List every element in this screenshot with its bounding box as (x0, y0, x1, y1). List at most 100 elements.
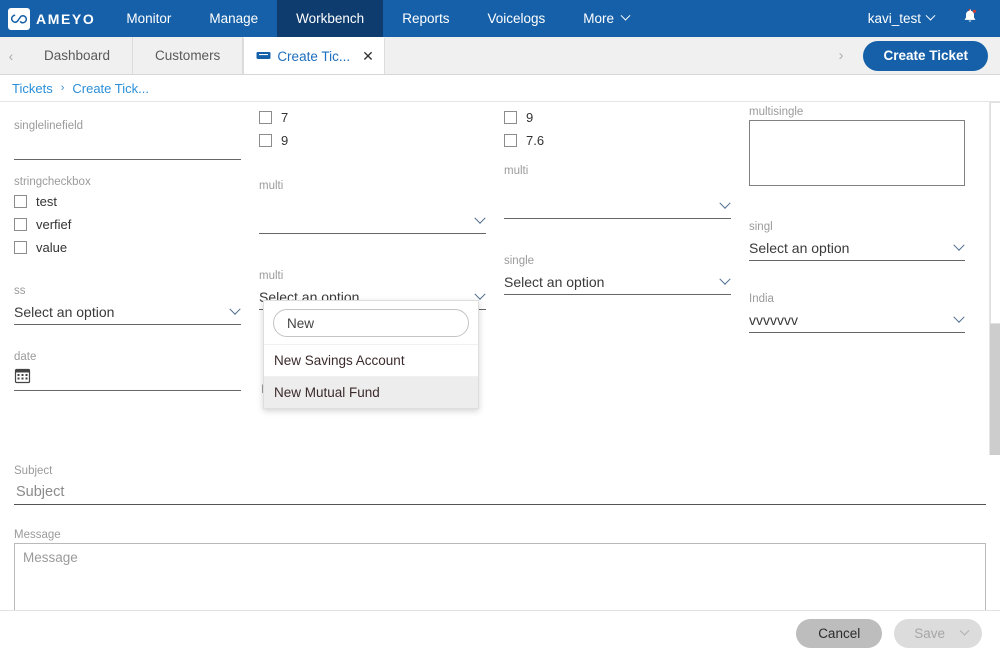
tab-dashboard[interactable]: Dashboard (22, 37, 134, 74)
chevron-down-icon (953, 239, 965, 251)
india-select[interactable]: vvvvvvv (749, 307, 965, 333)
singl-select[interactable]: Select an option (749, 235, 965, 261)
checkbox-row[interactable]: 7 (259, 106, 486, 128)
nav-label: Voicelogs (487, 11, 546, 26)
nav-label: Monitor (126, 11, 172, 26)
checkbox-row[interactable]: 9 (259, 129, 486, 151)
nav-item-workbench[interactable]: Workbench (277, 0, 384, 37)
checkbox-9-decimal[interactable] (504, 110, 517, 124)
message-textarea[interactable] (14, 543, 986, 611)
cancel-button[interactable]: Cancel (796, 619, 883, 648)
ticket-form-scroll-area: singlelinefield stringcheckbox test verf… (0, 101, 1000, 455)
tab-create-ticket[interactable]: Create Tic... ✕ (243, 37, 385, 74)
field-ss: ss Select an option (14, 285, 241, 325)
dropdown-search-input[interactable] (273, 309, 469, 337)
select-value: vvvvvvv (749, 311, 798, 328)
field-multi-3: multi (504, 165, 731, 219)
user-name: kavi_test (867, 11, 921, 26)
user-menu[interactable]: kavi_test (850, 0, 952, 37)
nav-label: Workbench (296, 11, 365, 26)
brand-name: AMEYO (36, 10, 96, 27)
chevron-down-icon (925, 10, 936, 21)
field-singlelinefield: singlelinefield (14, 120, 241, 160)
form-vertical-scrollbar[interactable] (989, 102, 1000, 455)
tab-label: Dashboard (44, 48, 111, 63)
form-column-4: multisingle singl Select an option India… (749, 102, 989, 391)
field-number-checkboxes: 7 9 (259, 106, 486, 151)
checkbox-label: 7.6 (526, 132, 545, 148)
nav-item-reports[interactable]: Reports (383, 0, 468, 37)
notification-bell-button[interactable] (952, 0, 1000, 37)
single-1-select[interactable]: Select an option (504, 269, 731, 295)
multisingle-textarea[interactable] (749, 120, 965, 186)
checkbox-row[interactable]: verfief (14, 213, 241, 235)
chevron-down-icon (474, 288, 486, 300)
checkbox-7-6[interactable] (504, 133, 517, 147)
dropdown-option-new-mutual-fund[interactable]: New Mutual Fund (264, 376, 478, 408)
checkbox-7[interactable] (259, 110, 272, 124)
field-label: singl (749, 221, 773, 233)
field-message: Message (14, 529, 986, 616)
multi-3-select[interactable] (504, 193, 731, 219)
checkbox-value[interactable] (14, 240, 27, 254)
breadcrumb-item-create-ticket[interactable]: Create Tick... (72, 81, 149, 96)
nav-item-monitor[interactable]: Monitor (107, 0, 190, 37)
tab-label: Customers (155, 48, 221, 63)
form-column-2: 7 9 multi multi Select an option New New… (259, 102, 504, 409)
nav-item-voicelogs[interactable]: Voicelogs (468, 0, 564, 37)
dropdown-search-wrap (264, 301, 478, 344)
close-icon[interactable]: ✕ (362, 48, 374, 65)
field-multisingle: multisingle (749, 106, 965, 191)
multi-1-select[interactable] (259, 208, 486, 234)
field-single-1: single Select an option (504, 255, 731, 295)
nav-label: Manage (209, 11, 259, 26)
checkbox-verfief[interactable] (14, 217, 27, 231)
chevron-down-icon (953, 311, 965, 323)
checkbox-9[interactable] (259, 133, 272, 147)
create-ticket-button[interactable]: Create Ticket (863, 40, 988, 71)
checkbox-row[interactable]: 7.6 (504, 129, 731, 151)
scrollbar-thumb[interactable] (990, 102, 1000, 324)
chevron-down-icon (719, 197, 731, 209)
checkbox-row[interactable]: value (14, 236, 241, 258)
form-columns: singlelinefield stringcheckbox test verf… (0, 102, 1000, 409)
field-multi-2: multi Select an option Filter By Last Up… (259, 270, 486, 409)
tab-strip: ‹ Dashboard Customers Create Tic... ✕ › … (0, 37, 1000, 75)
singlelinefield-input[interactable] (14, 134, 241, 160)
checkbox-row[interactable]: test (14, 190, 241, 212)
chevron-down-icon (474, 212, 486, 224)
field-label: date (14, 351, 37, 363)
field-date: date (14, 351, 241, 391)
chevron-left-icon[interactable]: ‹ (0, 37, 22, 74)
field-subject: Subject (14, 465, 986, 505)
checkbox-label: 7 (281, 109, 289, 125)
chevron-right-icon[interactable]: › (832, 47, 849, 64)
date-picker-trigger[interactable] (14, 365, 241, 391)
field-stringcheckbox: stringcheckbox test verfief value (14, 176, 241, 258)
tab-customers[interactable]: Customers (133, 37, 244, 74)
form-column-3: 9 7.6 multi single Select an option (504, 102, 749, 391)
scrollbar-track-lower[interactable] (990, 324, 1000, 455)
form-column-1: singlelinefield stringcheckbox test verf… (14, 102, 259, 391)
bell-icon (962, 8, 978, 30)
checkbox-row[interactable]: 9 (504, 106, 731, 128)
field-label: stringcheckbox (14, 176, 91, 188)
save-button-label: Save (914, 626, 945, 641)
nav-label: Reports (402, 11, 450, 26)
subject-input[interactable] (14, 479, 986, 505)
field-label: multi (259, 180, 284, 192)
field-label: single (504, 255, 535, 267)
ss-select[interactable]: Select an option (14, 299, 241, 325)
field-label: ss (14, 285, 26, 297)
checkbox-label: test (36, 193, 57, 209)
breadcrumb-item-tickets[interactable]: Tickets (12, 81, 53, 96)
field-label: Message (14, 529, 61, 541)
nav-item-more[interactable]: More (564, 0, 648, 37)
nav-item-manage[interactable]: Manage (190, 0, 277, 37)
brand-logo[interactable]: AMEYO (0, 0, 107, 37)
subject-message-area: Subject Message (0, 455, 1000, 616)
checkbox-label: verfief (36, 216, 72, 232)
checkbox-test[interactable] (14, 194, 27, 208)
dropdown-option-new-savings-account[interactable]: New Savings Account (264, 344, 478, 376)
field-label: India (749, 293, 774, 305)
